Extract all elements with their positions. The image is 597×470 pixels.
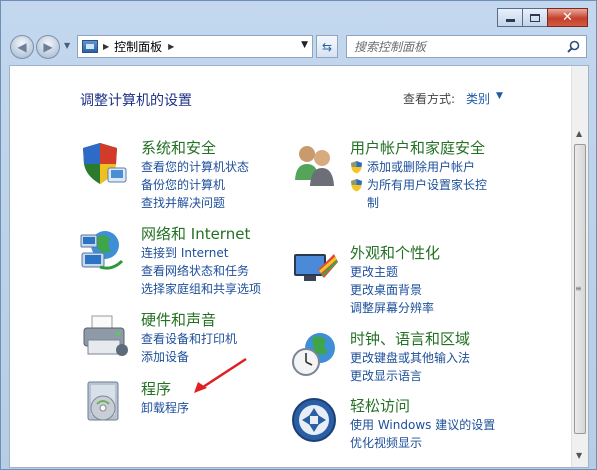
refresh-button[interactable]: ⇆ bbox=[316, 35, 338, 58]
scroll-down-icon[interactable]: ▼ bbox=[576, 451, 582, 460]
control-panel-icon bbox=[82, 40, 98, 53]
category-clock-language: 时钟、语言和区域 更改键盘或其他输入法 更改显示语言 bbox=[350, 329, 470, 385]
network-globe-icon[interactable] bbox=[78, 227, 128, 277]
view-by-dropdown[interactable]: 类别 bbox=[466, 90, 490, 107]
recent-pages-dropdown[interactable]: ▼ bbox=[64, 41, 70, 50]
forward-button[interactable]: ▶ bbox=[36, 35, 60, 59]
category-link[interactable]: 更改桌面背景 bbox=[350, 281, 440, 299]
category-title[interactable]: 时钟、语言和区域 bbox=[350, 329, 470, 349]
window-controls: ✕ bbox=[497, 8, 588, 27]
search-placeholder: 搜索控制面板 bbox=[354, 40, 427, 54]
category-title[interactable]: 用户帐户和家庭安全 bbox=[350, 138, 490, 158]
category-title[interactable]: 系统和安全 bbox=[141, 138, 249, 158]
category-link[interactable]: 查找并解决问题 bbox=[141, 194, 249, 212]
breadcrumb-control-panel[interactable]: 控制面板 bbox=[114, 38, 162, 55]
category-programs: 程序 卸载程序 bbox=[141, 379, 189, 417]
category-title[interactable]: 轻松访问 bbox=[350, 396, 495, 416]
category-system-security: 系统和安全 查看您的计算机状态 备份您的计算机 查找并解决问题 bbox=[141, 138, 249, 212]
maximize-icon bbox=[530, 13, 540, 22]
category-link[interactable]: 调整屏幕分辨率 bbox=[350, 299, 440, 317]
shield-computer-icon[interactable] bbox=[80, 140, 130, 190]
category-link[interactable]: 连接到 Internet bbox=[141, 244, 261, 262]
category-link[interactable]: 更改键盘或其他输入法 bbox=[350, 349, 470, 367]
scrollbar-grip-icon: ≡ bbox=[575, 284, 582, 293]
clock-globe-icon[interactable] bbox=[290, 328, 340, 378]
address-bar[interactable]: ▶ 控制面板 ▶ ▼ bbox=[77, 35, 313, 58]
category-link-text: 为所有用户设置家长控制 bbox=[367, 178, 488, 210]
category-link[interactable]: 更改显示语言 bbox=[350, 367, 470, 385]
category-link[interactable]: 查看设备和打印机 bbox=[141, 330, 237, 348]
vertical-scrollbar[interactable]: ▲ ≡ ▼ bbox=[571, 66, 588, 467]
search-icon[interactable] bbox=[567, 40, 580, 53]
category-title[interactable]: 硬件和声音 bbox=[141, 310, 237, 330]
content-pane: 调整计算机的设置 查看方式: 类别 ▼ 系统和安全 查看您的计算机状态 备份您的… bbox=[9, 65, 589, 468]
category-title[interactable]: 外观和个性化 bbox=[350, 243, 440, 263]
category-link[interactable]: 优化视频显示 bbox=[350, 434, 495, 452]
breadcrumb-chevron-icon[interactable]: ▶ bbox=[103, 42, 109, 51]
category-link[interactable]: 为所有用户设置家长控制 bbox=[350, 176, 498, 212]
forward-arrow-icon: ▶ bbox=[43, 40, 53, 54]
uac-shield-icon bbox=[351, 161, 362, 174]
category-link[interactable]: 选择家庭组和共享选项 bbox=[141, 280, 261, 298]
minimize-button[interactable] bbox=[497, 8, 523, 27]
page-title: 调整计算机的设置 bbox=[80, 93, 192, 109]
maximize-button[interactable] bbox=[522, 8, 548, 27]
category-link-text: 添加或删除用户帐户 bbox=[367, 160, 476, 174]
minimize-icon bbox=[505, 19, 515, 22]
category-link[interactable]: 查看您的计算机状态 bbox=[141, 158, 249, 176]
category-user-accounts: 用户帐户和家庭安全 添加或删除用户帐户 为所有用户设置家长控制 bbox=[350, 138, 498, 212]
program-disk-icon[interactable] bbox=[80, 378, 130, 428]
close-button[interactable]: ✕ bbox=[547, 8, 588, 27]
uac-shield-icon bbox=[351, 179, 362, 192]
navigation-bar: ◀ ▶ ▼ ▶ 控制面板 ▶ ▼ ⇆ 搜索控制面板 bbox=[1, 31, 597, 61]
view-by-dropdown-arrow-icon[interactable]: ▼ bbox=[496, 91, 503, 101]
category-link[interactable]: 查看网络状态和任务 bbox=[141, 262, 261, 280]
back-arrow-icon: ◀ bbox=[17, 40, 27, 54]
category-appearance: 外观和个性化 更改主题 更改桌面背景 调整屏幕分辨率 bbox=[350, 243, 440, 317]
ease-of-access-icon[interactable] bbox=[290, 396, 340, 446]
category-title[interactable]: 网络和 Internet bbox=[141, 224, 261, 244]
search-input[interactable]: 搜索控制面板 bbox=[346, 35, 587, 58]
scroll-up-icon[interactable]: ▲ bbox=[576, 129, 582, 138]
category-link[interactable]: 备份您的计算机 bbox=[141, 176, 249, 194]
printer-icon[interactable] bbox=[80, 312, 130, 362]
refresh-icon: ⇆ bbox=[321, 39, 333, 54]
category-link[interactable]: 添加或删除用户帐户 bbox=[350, 158, 498, 176]
category-title[interactable]: 程序 bbox=[141, 379, 189, 399]
monitor-palette-icon[interactable] bbox=[290, 244, 340, 294]
category-link[interactable]: 卸载程序 bbox=[141, 399, 189, 417]
control-panel-window: ✕ ◀ ▶ ▼ ▶ 控制面板 ▶ ▼ ⇆ 搜索控制面板 调整计算机的设置 查看方… bbox=[0, 0, 597, 470]
back-button[interactable]: ◀ bbox=[10, 35, 34, 59]
breadcrumb-chevron-icon[interactable]: ▶ bbox=[168, 42, 174, 51]
category-link[interactable]: 更改主题 bbox=[350, 263, 440, 281]
category-ease-of-access: 轻松访问 使用 Windows 建议的设置 优化视频显示 bbox=[350, 396, 495, 452]
address-dropdown-icon[interactable]: ▼ bbox=[301, 40, 308, 50]
annotation-arrow-icon bbox=[194, 357, 247, 393]
view-by-label: 查看方式: bbox=[403, 92, 456, 106]
category-network-internet: 网络和 Internet 连接到 Internet 查看网络状态和任务 选择家庭… bbox=[141, 224, 261, 298]
users-icon[interactable] bbox=[290, 140, 340, 190]
close-icon: ✕ bbox=[562, 10, 573, 25]
category-link[interactable]: 使用 Windows 建议的设置 bbox=[350, 416, 495, 434]
